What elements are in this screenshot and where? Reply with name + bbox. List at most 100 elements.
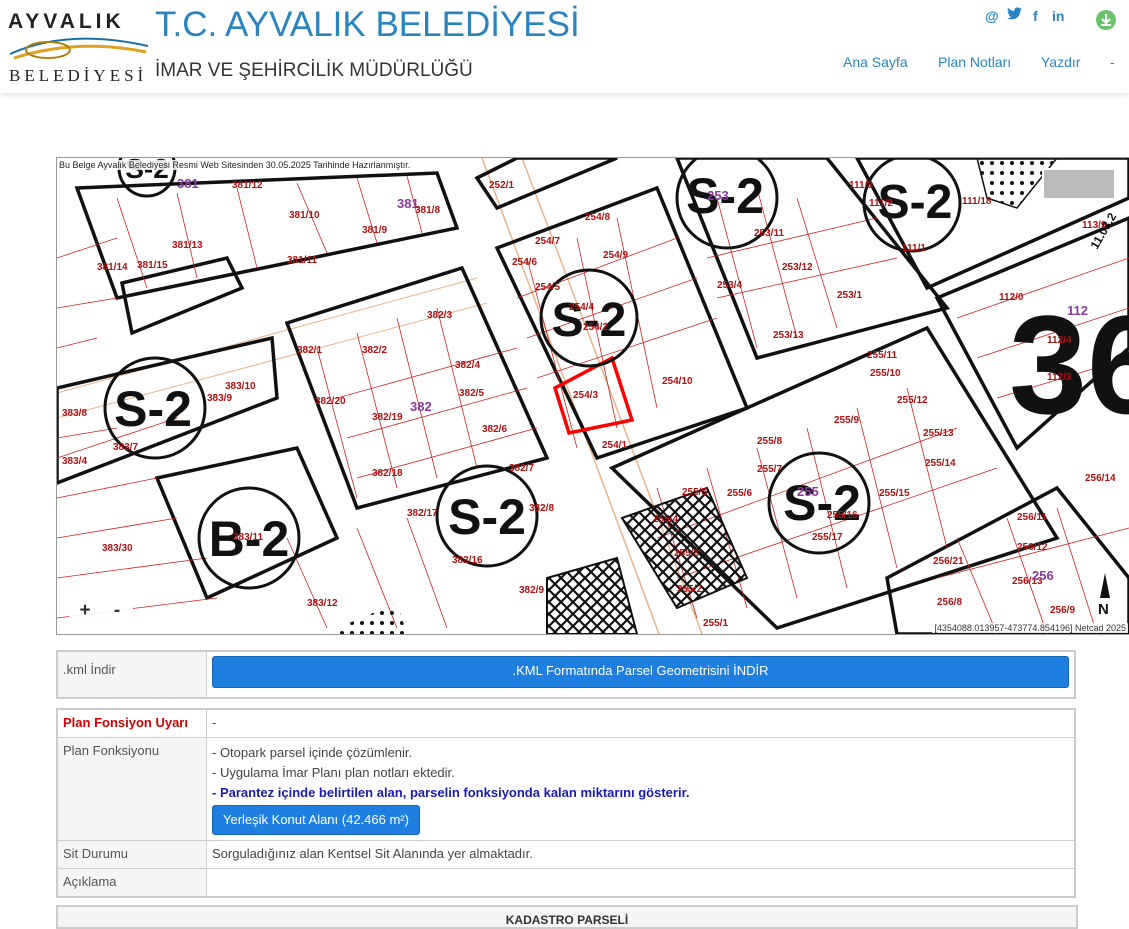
parcel-label: 112/0 (999, 292, 1024, 303)
parcel-label: 112/4 (1047, 335, 1072, 346)
map-canvas[interactable]: S-2S-2S-2S-2B-2S-2S-2S-236 381381/12381/… (57, 158, 1129, 634)
zone-label: S-2 (448, 489, 526, 545)
parcel-label: 255/9 (834, 415, 859, 426)
parcel-label: 382/4 (455, 360, 480, 371)
parcel-label: 254/5 (535, 282, 560, 293)
parcel-label: 383/9 (207, 393, 232, 404)
parcel-label: 382/18 (372, 468, 403, 479)
parcel-label: 255/7 (757, 464, 782, 475)
parcel-label: 255/13 (923, 428, 954, 439)
parcel-label: 383/12 (307, 598, 338, 609)
nav-plan-notes[interactable]: Plan Notları (938, 54, 1011, 70)
parcel-label: 111/18 (962, 196, 992, 207)
parcel-label: 111/3 (849, 180, 873, 191)
parcel-label: 253/11 (754, 228, 784, 239)
parcel-label: 382/3 (427, 310, 452, 321)
plan-table: Plan Fonsiyon Uyarı - Plan Fonksiyonu - … (56, 708, 1076, 898)
zone-label: S-2 (114, 381, 192, 437)
parcel-label: 254/1 (602, 440, 627, 451)
parcel-label: 111/1 (902, 243, 926, 254)
parcel-label: 255/3 (674, 548, 699, 559)
kml-label: .kml İndir (56, 650, 207, 699)
parcel-label: 254/9 (603, 250, 628, 261)
parcel-label: 381/10 (289, 210, 320, 221)
plan-warning-label: Plan Fonsiyon Uyarı (56, 708, 207, 738)
site-header: AYVALIK BELEDİYESİ T.C. AYVALIK BELEDİYE… (0, 0, 1129, 93)
zoning-map[interactable]: S-2S-2S-2S-2B-2S-2S-2S-236 381381/12381/… (56, 157, 1129, 635)
parcel-label: 255/8 (757, 436, 782, 447)
zoom-out-button[interactable]: - (101, 598, 133, 626)
parcel-label: 383/8 (62, 408, 87, 419)
plan-note: - Otopark parsel içinde çözümlenir. (212, 745, 413, 760)
logo-text-top: AYVALIK (8, 10, 125, 33)
parcel-label: 256 (1032, 568, 1054, 583)
parcel-label: 256/11 (1017, 512, 1047, 523)
north-arrow-icon (1100, 573, 1110, 598)
zone-label: S-2 (783, 475, 861, 531)
parcel-label: 383/10 (225, 381, 256, 392)
download-icon[interactable] (1096, 10, 1116, 30)
parcel-label: 255/2 (677, 584, 702, 595)
parcel-label: 254/7 (535, 236, 560, 247)
parcel-label: 381/12 (232, 180, 263, 191)
logo-swoosh-icon (9, 37, 149, 60)
kml-download-button[interactable]: .KML Formatında Parsel Geometrisini İNDİ… (212, 656, 1069, 688)
parcel-label: 381/8 (415, 205, 440, 216)
map-coordinates: [4354088.013957-473774.854196] Netcad 20… (932, 623, 1128, 633)
parcel-label: 256/12 (1017, 542, 1048, 553)
parcel-label: 381 (177, 176, 199, 191)
site-title: T.C. AYVALIK BELEDİYESİ (155, 5, 580, 44)
nav-home[interactable]: Ana Sayfa (843, 54, 908, 70)
parcel-label: 254/4 (569, 302, 594, 313)
kml-table: .kml İndir .KML Formatında Parsel Geomet… (56, 650, 1076, 699)
parcel-label: 256/14 (1085, 473, 1116, 484)
nav-print[interactable]: Yazdır (1041, 54, 1080, 70)
description-value (206, 868, 1076, 898)
parcel-label: 254/8 (585, 212, 610, 223)
parcel-label: 255/17 (812, 532, 843, 543)
parcel-label: 382/5 (459, 388, 484, 399)
parcel-label: 382/9 (519, 585, 544, 596)
municipality-logo[interactable]: AYVALIK BELEDİYESİ (8, 10, 153, 88)
parcel-label: 255/4 (653, 514, 678, 525)
parcel-label: 112/3 (1047, 372, 1072, 383)
parcel-label: 381/14 (97, 262, 128, 273)
logo-text-bottom: BELEDİYESİ (9, 66, 148, 85)
parcel-label: 382 (410, 399, 432, 414)
parcel-label: 382/7 (509, 463, 534, 474)
parcel-label: 381/13 (172, 240, 203, 251)
plan-function-button[interactable]: Yerleşik Konut Alanı (42.466 m²) (212, 805, 420, 835)
plan-area-note: - Parantez içinde belirtilen alan, parse… (212, 785, 690, 800)
parcel-label: 254/3 (573, 390, 598, 401)
parcel-label: 382/1 (297, 345, 322, 356)
parcel-label: 383/4 (62, 456, 87, 467)
parcel-label: 256/8 (937, 597, 962, 608)
twitter-icon[interactable] (1007, 7, 1022, 23)
north-label: N (1098, 601, 1109, 618)
parcel-label: 252/1 (489, 180, 514, 191)
cadastre-section-title: KADASTRO PARSELİ (505, 913, 629, 927)
layer-switcher-icon[interactable] (1042, 168, 1116, 200)
parcel-label: 255/10 (870, 368, 901, 379)
sit-label: Sit Durumu (56, 840, 207, 869)
linkedin-icon[interactable]: in (1052, 8, 1064, 24)
parcel-label: 255/11 (867, 350, 897, 361)
parcel-label: 253/12 (782, 262, 813, 273)
facebook-icon[interactable]: f (1033, 8, 1038, 24)
parcel-label: 381/11 (287, 255, 317, 266)
parcel-label: 382/16 (452, 555, 483, 566)
zoom-in-button[interactable]: + (69, 598, 101, 626)
nav-more[interactable]: - (1110, 54, 1115, 70)
parcel-label: 382/19 (372, 412, 403, 423)
parcel-label: 111/2 (869, 198, 893, 209)
parcel-label: 382/20 (315, 396, 346, 407)
map-watermark-note: Bu Belge Ayvalık Belediyesi Resmi Web Si… (59, 160, 411, 170)
parcel-label: 254/10 (662, 376, 693, 387)
parcel-label: 253/13 (773, 330, 804, 341)
parcel-label: 254/2 (583, 322, 608, 333)
parcel-label: 255/14 (925, 458, 956, 469)
parcel-label: 382/8 (529, 503, 554, 514)
description-label: Açıklama (56, 868, 207, 898)
email-icon[interactable]: @ (985, 8, 999, 24)
parcel-label: 253/1 (837, 290, 862, 301)
